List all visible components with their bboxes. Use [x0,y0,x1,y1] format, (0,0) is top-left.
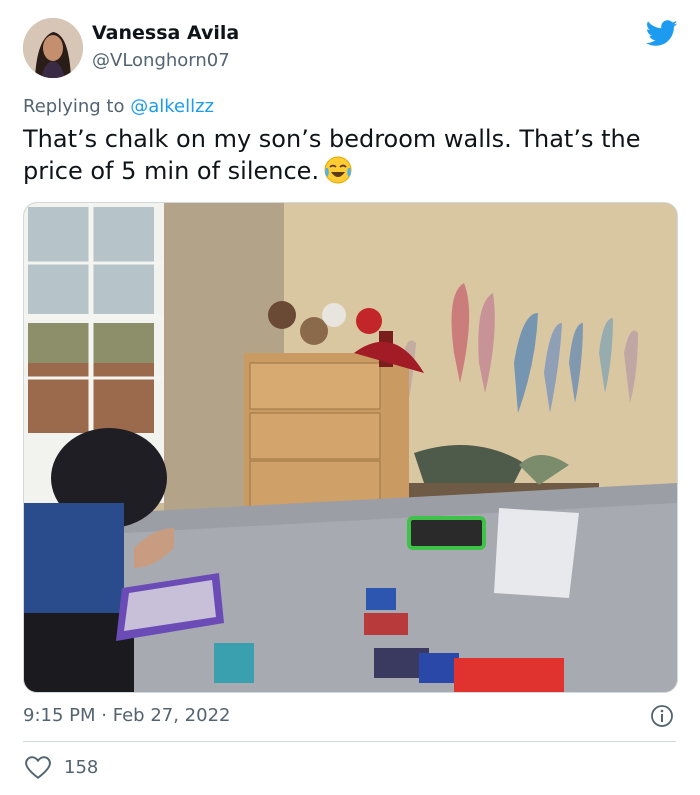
heart-icon[interactable] [25,756,51,780]
avatar-image [23,18,83,78]
reply-mention-link[interactable]: @alkellzz [130,96,214,117]
tweet-date: Feb 27, 2022 [112,705,231,726]
info-icon[interactable] [650,704,674,728]
face-with-tears-of-joy-icon [324,156,352,184]
author-handle[interactable]: @VLonghorn07 [92,50,230,71]
tweet-text: That’s chalk on my son’s bedroom walls. … [23,124,673,187]
reply-prefix: Replying to [23,96,125,117]
avatar[interactable] [23,18,83,78]
reply-context: Replying to @alkellzz [23,96,214,117]
timestamp-separator: · [101,705,107,726]
divider [23,741,676,742]
like-count[interactable]: 158 [64,757,98,778]
author-name[interactable]: Vanessa Avila [92,22,239,44]
tweet-timestamp[interactable]: 9:15 PM · Feb 27, 2022 [23,705,230,726]
bedroom-photo [24,203,677,692]
tweet-time: 9:15 PM [23,705,96,726]
tweet-photo[interactable] [23,202,678,693]
twitter-bird-icon[interactable] [646,20,678,47]
